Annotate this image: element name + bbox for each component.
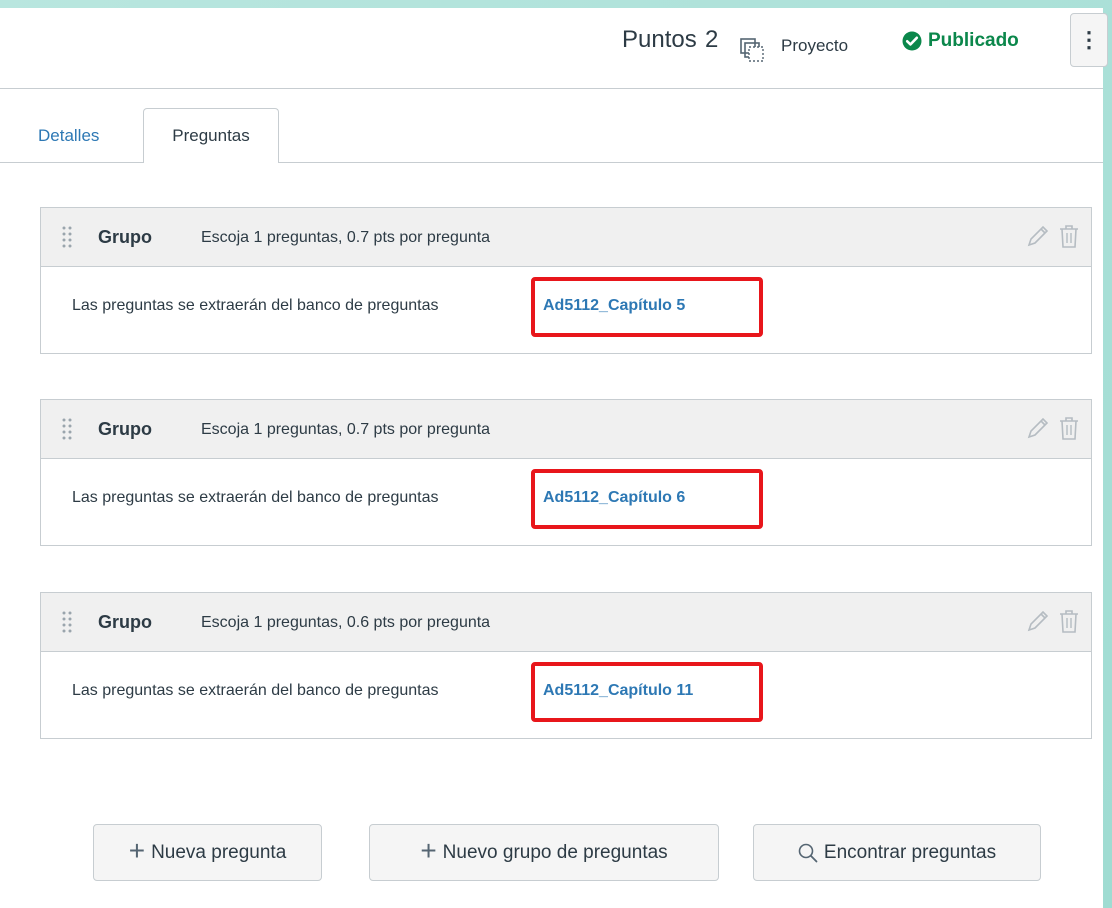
- tab-questions[interactable]: Preguntas: [143, 108, 279, 163]
- question-group: Grupo Escoja 1 preguntas, 0.7 pts por pr…: [40, 399, 1092, 546]
- more-options-button[interactable]: ⋮: [1070, 13, 1108, 67]
- project-icon: [740, 38, 764, 62]
- bank-label: Las preguntas se extraerán del banco de …: [72, 682, 439, 699]
- group-description: Escoja 1 preguntas, 0.7 pts por pregunta: [201, 421, 491, 438]
- check-circle-icon: [902, 31, 922, 51]
- group-description: Escoja 1 preguntas, 0.7 pts por pregunta: [201, 229, 491, 246]
- trash-icon[interactable]: [1058, 608, 1080, 634]
- drag-handle-icon[interactable]: [61, 610, 73, 634]
- pencil-icon[interactable]: [1026, 223, 1050, 249]
- points-value: 2: [705, 26, 719, 53]
- group-title: Grupo: [98, 419, 152, 439]
- group-body: Las preguntas se extraerán del banco de …: [41, 652, 1091, 738]
- kebab-icon: ⋮: [1078, 27, 1100, 52]
- search-icon: [798, 843, 818, 862]
- group-title: Grupo: [98, 612, 152, 632]
- drag-handle-icon[interactable]: [61, 417, 73, 441]
- tab-bar: Detalles Preguntas: [0, 104, 1103, 163]
- quiz-panel: Puntos 2 Proyecto Publicado ⋮ Detalles P…: [0, 8, 1108, 908]
- quiz-header: Puntos 2 Proyecto Publicado ⋮: [0, 8, 1108, 89]
- question-bank-link[interactable]: Ad5112_Capítulo 6: [543, 489, 685, 507]
- plus-icon: +: [128, 835, 146, 866]
- new-question-group-button[interactable]: + Nuevo grupo de preguntas: [369, 824, 719, 881]
- find-questions-label: Encontrar preguntas: [823, 841, 997, 863]
- bank-label: Las preguntas se extraerán del banco de …: [72, 489, 439, 506]
- group-body: Las preguntas se extraerán del banco de …: [41, 267, 1091, 353]
- tab-details[interactable]: Detalles: [38, 126, 99, 146]
- tab-questions-label: Preguntas: [172, 126, 250, 145]
- new-question-button[interactable]: + Nueva pregunta: [93, 824, 322, 881]
- find-questions-button[interactable]: Encontrar preguntas: [753, 824, 1041, 881]
- group-description: Escoja 1 preguntas, 0.6 pts por pregunta: [201, 614, 491, 631]
- group-body: Las preguntas se extraerán del banco de …: [41, 459, 1091, 545]
- pencil-icon[interactable]: [1026, 415, 1050, 441]
- question-bank-link[interactable]: Ad5112_Capítulo 5: [543, 297, 685, 315]
- published-status[interactable]: Publicado: [902, 26, 1019, 56]
- group-header: Grupo Escoja 1 preguntas, 0.7 pts por pr…: [41, 400, 1091, 459]
- drag-handle-icon[interactable]: [61, 225, 73, 249]
- project-label: Proyecto: [781, 36, 849, 55]
- pencil-icon[interactable]: [1026, 608, 1050, 634]
- trash-icon[interactable]: [1058, 415, 1080, 441]
- group-title: Grupo: [98, 227, 152, 247]
- group-header: Grupo Escoja 1 preguntas, 0.7 pts por pr…: [41, 208, 1091, 267]
- group-header: Grupo Escoja 1 preguntas, 0.6 pts por pr…: [41, 593, 1091, 652]
- trash-icon[interactable]: [1058, 223, 1080, 249]
- question-group: Grupo Escoja 1 preguntas, 0.6 pts por pr…: [40, 592, 1092, 739]
- question-bank-link[interactable]: Ad5112_Capítulo 11: [543, 682, 693, 700]
- question-group: Grupo Escoja 1 preguntas, 0.7 pts por pr…: [40, 207, 1092, 354]
- new-question-group-label: Nuevo grupo de preguntas: [442, 841, 668, 863]
- bank-label: Las preguntas se extraerán del banco de …: [72, 297, 439, 314]
- plus-icon: +: [420, 835, 437, 866]
- published-label: Publicado: [928, 30, 1019, 51]
- new-question-label: Nueva pregunta: [151, 841, 287, 863]
- points-label: Puntos: [622, 26, 697, 53]
